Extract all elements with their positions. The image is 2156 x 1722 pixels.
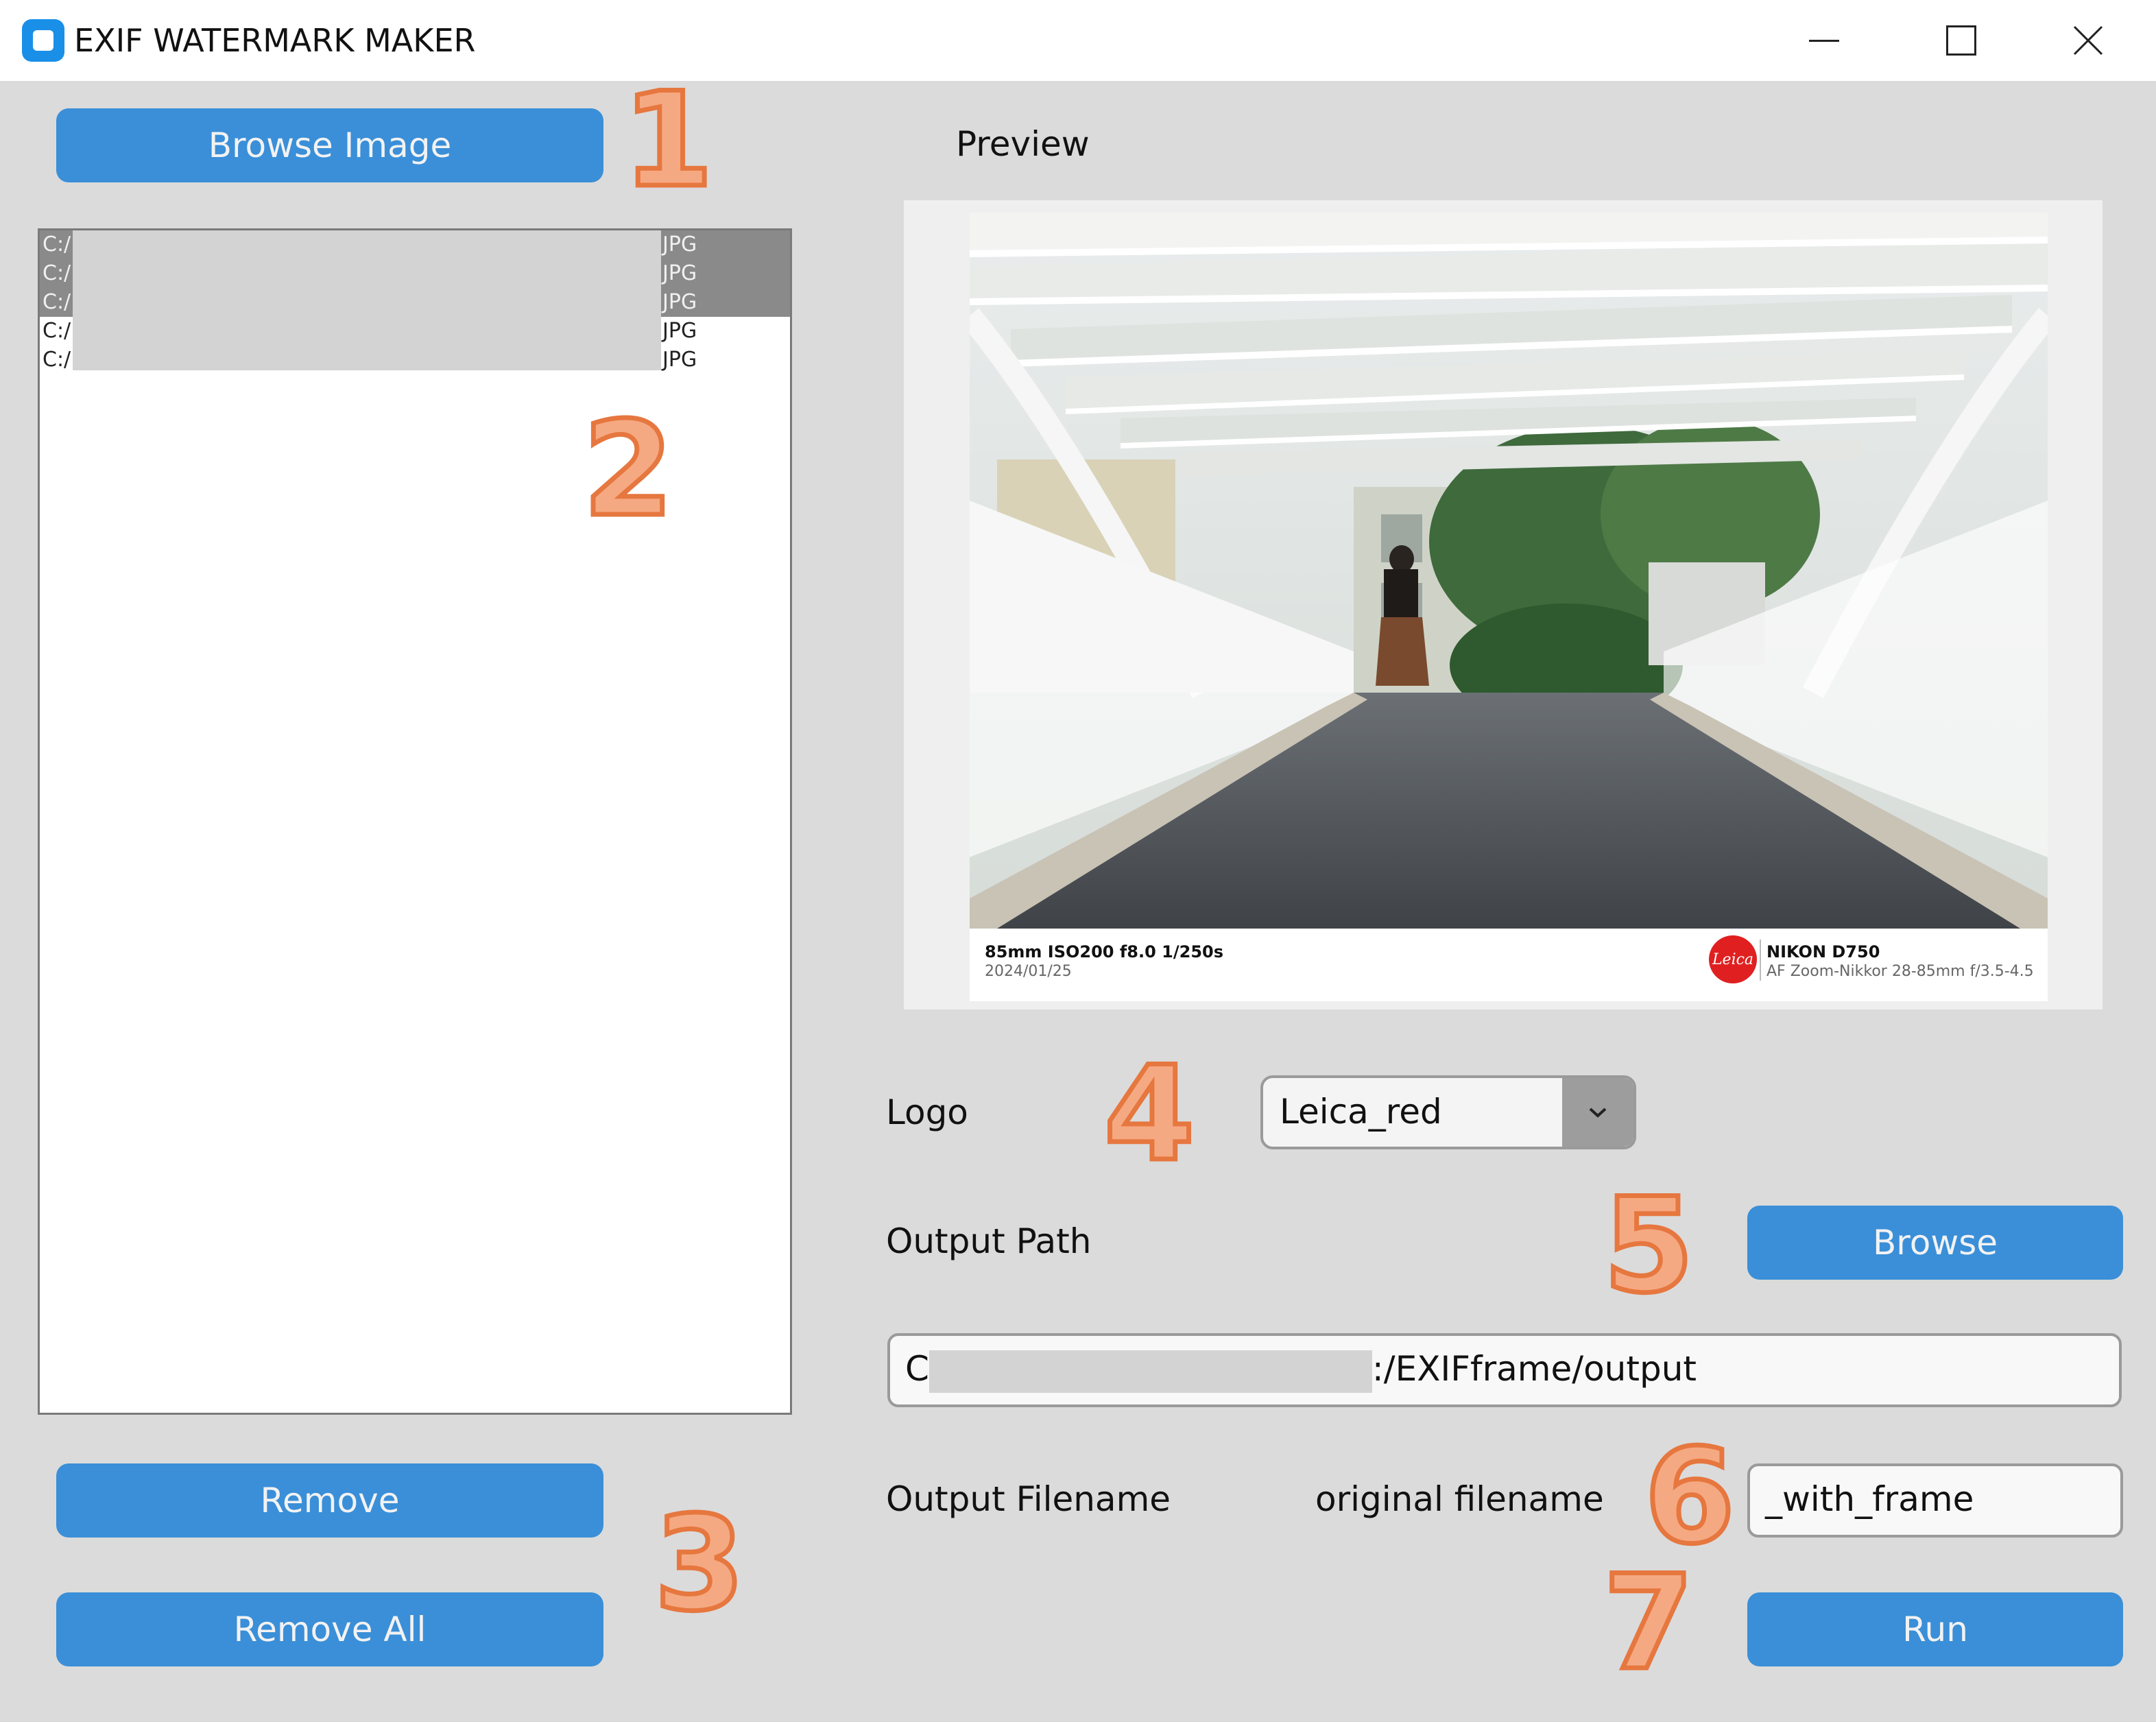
chevron-down-icon[interactable] (1562, 1078, 1633, 1147)
annotation-2: 2 (580, 394, 675, 545)
file-path-suffix: JPG (662, 290, 697, 314)
output-path-label: Output Path (886, 1221, 1092, 1261)
output-filename-label: Output Filename (886, 1479, 1171, 1519)
file-path-prefix: C:/ (43, 348, 71, 372)
bridge-photo (970, 213, 2048, 929)
exif-lens: AF Zoom-Nikkor 28-85mm f/3.5-4.5 (1766, 963, 2034, 980)
file-path-prefix: C:/ (43, 290, 71, 314)
run-button[interactable]: Run (1747, 1592, 2123, 1666)
output-path-input[interactable]: C :/EXIFframe/output (887, 1333, 2122, 1407)
file-path-prefix: C:/ (43, 319, 71, 343)
file-path-prefix: C:/ (43, 232, 71, 256)
minimize-icon (1809, 39, 1839, 42)
filename-suffix-input[interactable]: _with_frame (1747, 1463, 2123, 1538)
logo-dropdown-value: Leica_red (1280, 1092, 1442, 1132)
close-button[interactable] (2047, 10, 2129, 71)
minimize-button[interactable] (1783, 10, 1865, 71)
output-path-prefix: C (905, 1349, 929, 1389)
remove-all-button[interactable]: Remove All (56, 1592, 603, 1666)
window-title: EXIF WATERMARK MAKER (74, 22, 476, 59)
remove-button[interactable]: Remove (56, 1463, 603, 1538)
redaction-box (929, 1350, 1372, 1393)
annotation-4: 4 (1101, 1038, 1197, 1190)
exif-divider (1760, 940, 1761, 981)
exif-settings: 85mm ISO200 f8.0 1/250s (985, 942, 1223, 961)
original-filename-label: original filename (1315, 1479, 1604, 1519)
exif-date: 2024/01/25 (985, 963, 1072, 980)
preview-panel: 85mm ISO200 f8.0 1/250s 2024/01/25 Leica… (904, 200, 2103, 1009)
maximize-button[interactable] (1920, 10, 2002, 71)
close-icon (2073, 25, 2103, 56)
browse-image-button[interactable]: Browse Image (56, 108, 603, 182)
logo-dropdown[interactable]: Leica_red (1260, 1075, 1636, 1149)
annotation-3: 3 (651, 1488, 747, 1640)
watermarked-photo: 85mm ISO200 f8.0 1/250s 2024/01/25 Leica… (970, 213, 2048, 1001)
file-path-prefix: C:/ (43, 261, 71, 285)
title-bar: EXIF WATERMARK MAKER (0, 0, 2156, 81)
file-path-suffix: JPG (662, 261, 697, 285)
output-path-suffix: :/EXIFframe/output (1372, 1349, 1697, 1389)
file-path-suffix: JPG (662, 319, 697, 343)
annotation-1: 1 (620, 64, 715, 216)
file-list[interactable]: C:/ JPG C:/ JPG C:/ JPG C:/ JPG C:/ JPG (38, 228, 792, 1415)
browse-output-button[interactable]: Browse (1747, 1206, 2123, 1280)
annotation-7: 7 (1601, 1547, 1696, 1699)
logo-label: Logo (886, 1092, 968, 1132)
exif-camera: NIKON D750 (1766, 942, 1880, 961)
preview-label: Preview (956, 124, 1090, 164)
annotation-6: 6 (1642, 1421, 1737, 1572)
maximize-icon (1946, 25, 1976, 56)
annotation-5: 5 (1601, 1170, 1696, 1322)
redaction-box (73, 230, 661, 370)
leica-logo: Leica (1709, 935, 1757, 983)
file-path-suffix: JPG (662, 232, 697, 256)
app-icon (22, 19, 64, 62)
file-path-suffix: JPG (662, 348, 697, 372)
